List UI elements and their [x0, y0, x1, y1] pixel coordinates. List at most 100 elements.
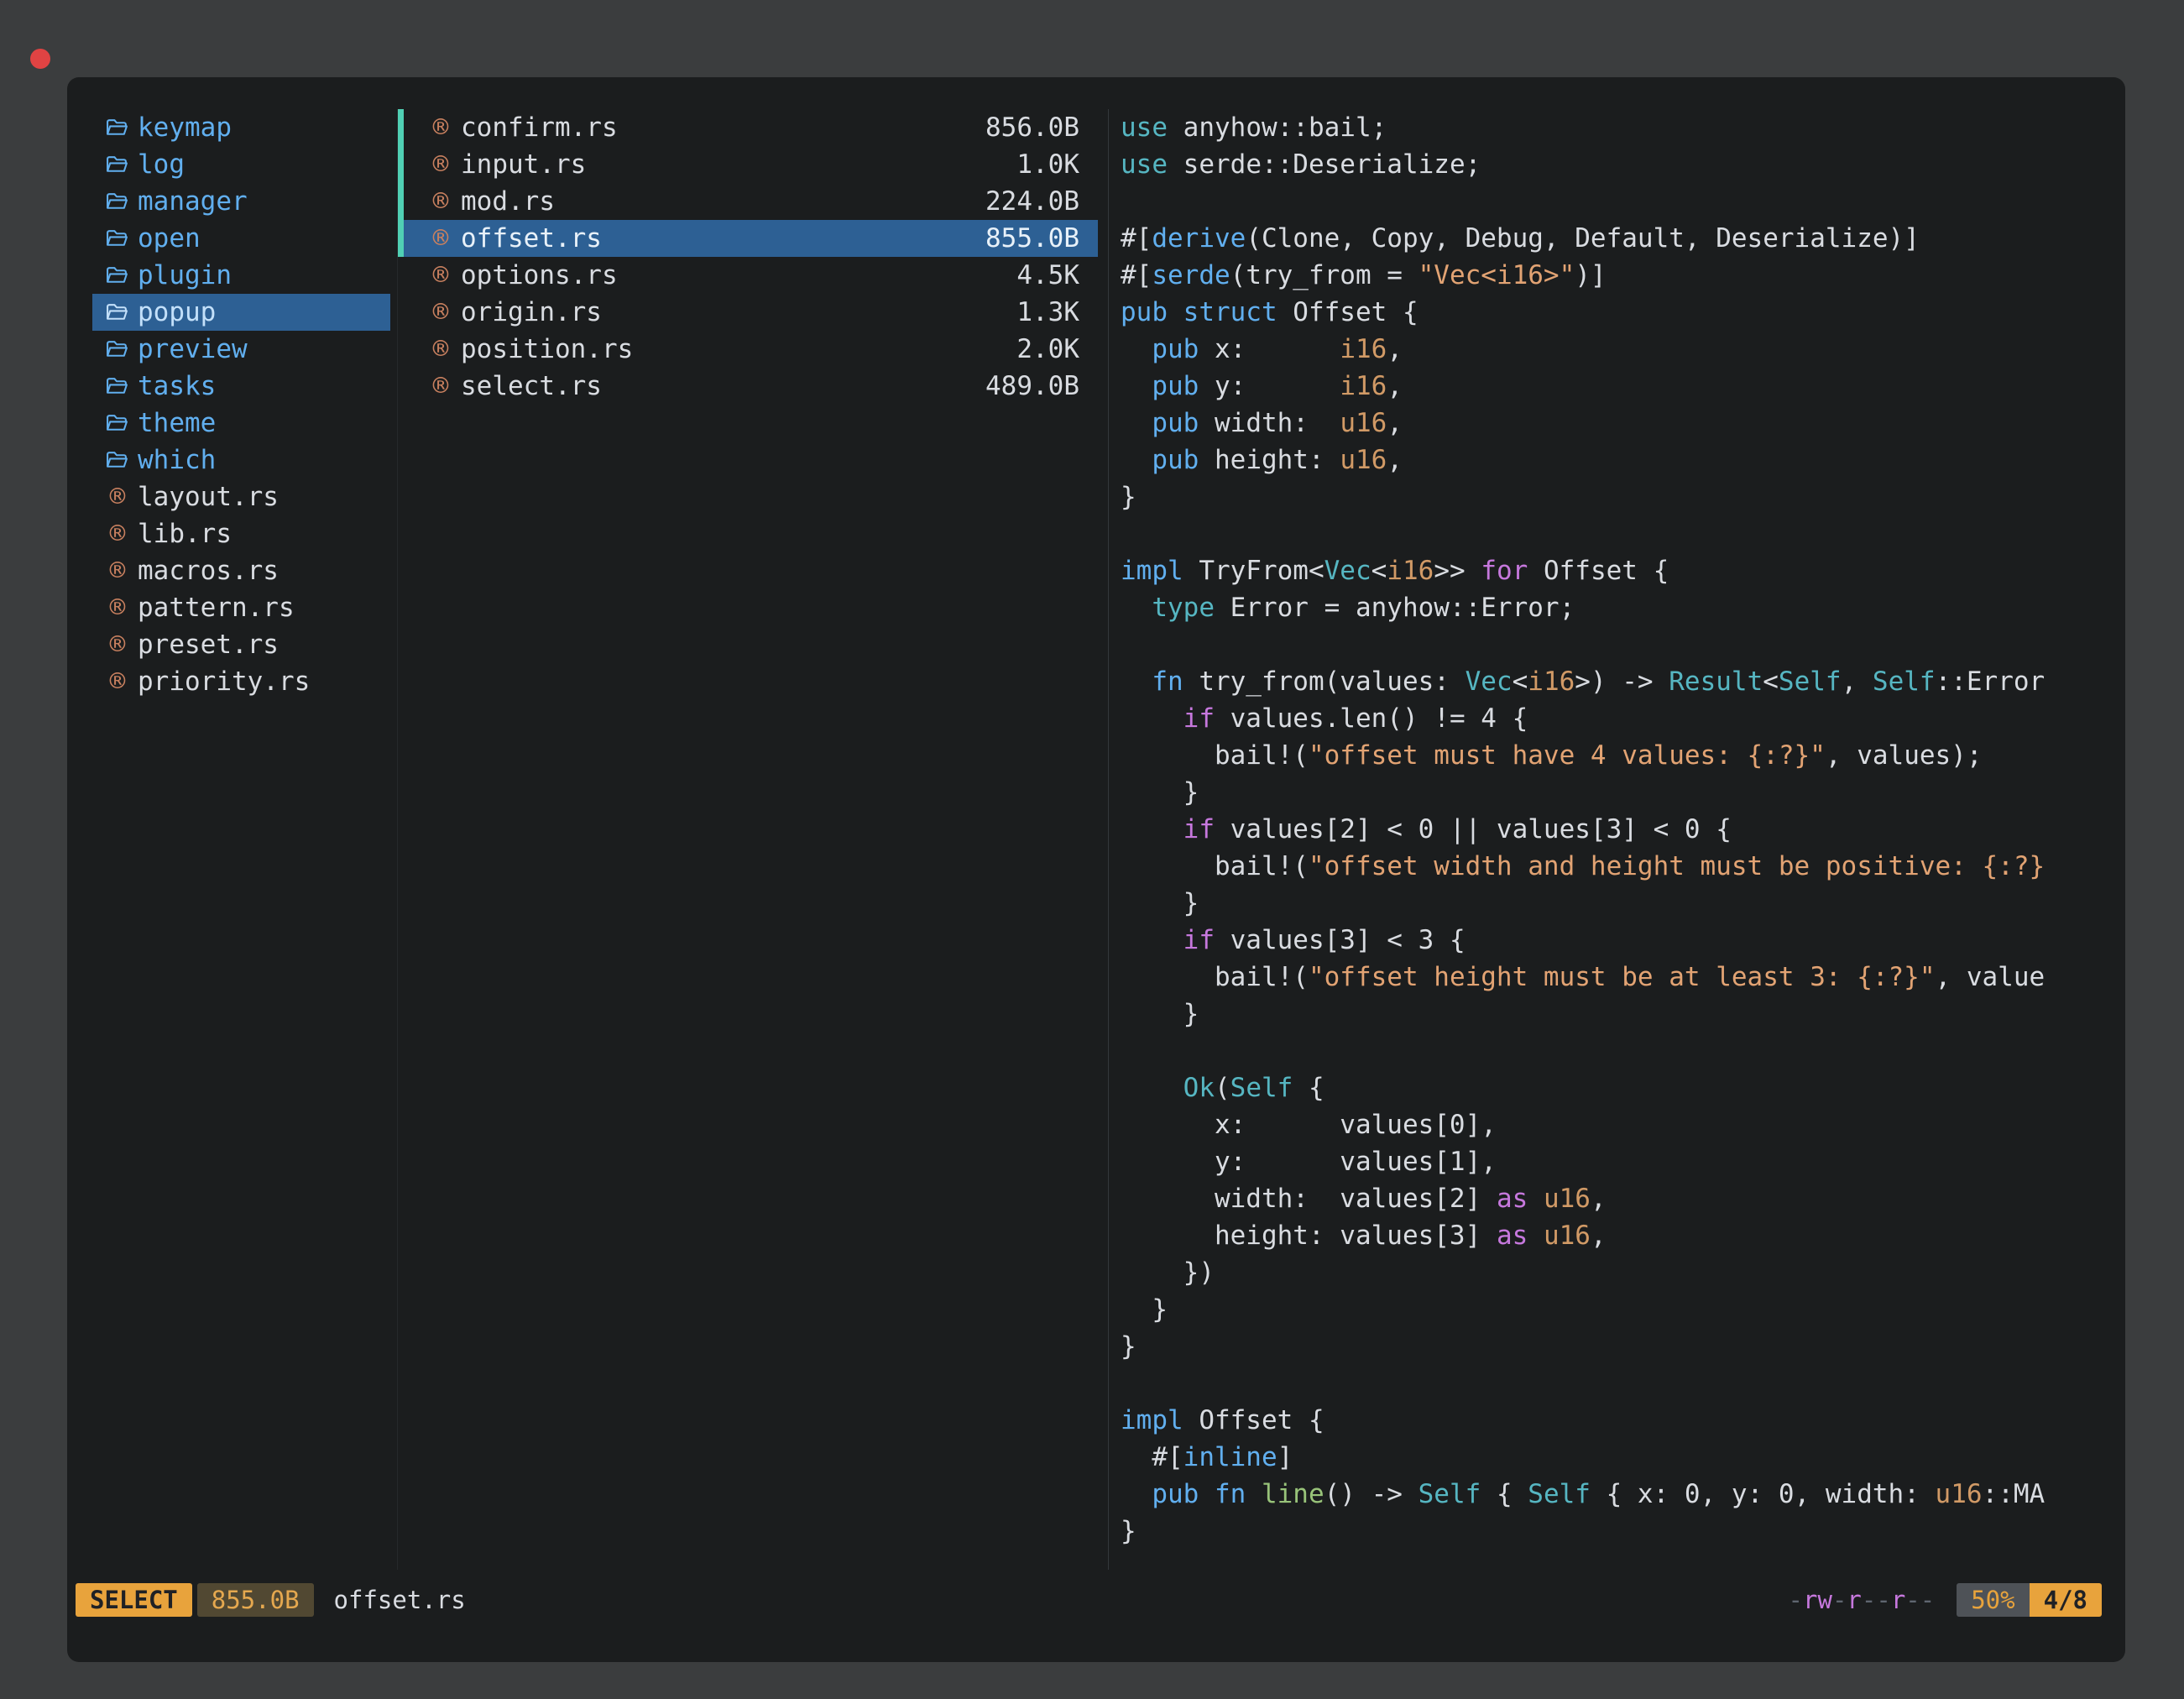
dir-item[interactable]: which	[92, 442, 390, 478]
parent-directory-pane: keymaplogmanager openpluginpopup preview ta…	[67, 109, 397, 1570]
folder-icon	[106, 118, 129, 138]
dir-item[interactable]: keymap	[92, 109, 390, 146]
code-line: }	[1121, 1513, 2125, 1550]
rust-file-icon: ®	[106, 482, 129, 512]
dir-item[interactable]: log	[92, 146, 390, 183]
app-window: keymaplogmanager openpluginpopup preview ta…	[0, 0, 2184, 1699]
file-name: position.rs	[461, 334, 1008, 364]
file-name: offset.rs	[461, 223, 977, 254]
dir-item[interactable]: popup	[92, 294, 390, 331]
file-size: 1.0K	[1016, 149, 1079, 180]
file-item[interactable]: ® priority.rs	[92, 663, 390, 700]
dir-item[interactable]: theme	[92, 405, 390, 442]
code-line: pub fn line() -> Self { Self { x: 0, y: …	[1121, 1476, 2125, 1513]
code-line: if values.len() != 4 {	[1121, 700, 2125, 737]
code-line: }	[1121, 1291, 2125, 1328]
code-line	[1121, 183, 2125, 220]
code-line: pub y: i16,	[1121, 368, 2125, 405]
rust-file-icon: ®	[106, 556, 129, 586]
item-label: tasks	[138, 371, 216, 401]
dir-item[interactable]: preview	[92, 331, 390, 368]
rust-file-icon: ®	[429, 334, 452, 364]
item-label: open	[138, 223, 201, 254]
rust-file-icon: ®	[106, 667, 129, 697]
file-size: 856.0B	[985, 112, 1079, 143]
file-name: confirm.rs	[461, 112, 977, 143]
file-row[interactable]: ® input.rs 1.0K	[398, 146, 1098, 183]
item-label: popup	[138, 297, 216, 327]
folder-icon	[106, 266, 129, 285]
code-line	[1121, 1032, 2125, 1069]
code-line: pub width: u16,	[1121, 405, 2125, 442]
code-line: pub height: u16,	[1121, 442, 2125, 478]
current-directory-pane: ® confirm.rs 856.0B ® input.rs 1.0K®mod.rs224…	[397, 109, 1109, 1570]
rust-file-icon: ®	[429, 223, 452, 254]
item-label: which	[138, 445, 216, 475]
folder-icon	[106, 303, 129, 322]
item-label: preview	[138, 334, 248, 364]
file-row[interactable]: ®position.rs2.0K	[398, 331, 1098, 368]
file-row[interactable]: ® confirm.rs 856.0B	[398, 109, 1098, 146]
code-line: })	[1121, 1254, 2125, 1291]
folder-icon	[106, 340, 129, 359]
rust-file-icon: ®	[429, 297, 452, 327]
item-label: priority.rs	[138, 667, 310, 697]
scroll-percent-badge: 50%	[1957, 1583, 2029, 1617]
rust-file-icon: ®	[429, 260, 452, 290]
folder-icon	[106, 192, 129, 212]
item-label: theme	[138, 408, 216, 438]
folder-icon	[106, 414, 129, 433]
file-item[interactable]: ®lib.rs	[92, 515, 390, 552]
dir-item[interactable]: manager	[92, 183, 390, 220]
file-row[interactable]: ® offset.rs 855.0B	[398, 220, 1098, 257]
file-size-badge: 855.0B	[197, 1583, 314, 1617]
dir-item[interactable]: plugin	[92, 257, 390, 294]
code-line: use anyhow::bail;	[1121, 109, 2125, 146]
code-line: bail!("offset height must be at least 3:…	[1121, 959, 2125, 996]
code-line: fn try_from(values: Vec<i16>) -> Result<…	[1121, 663, 2125, 700]
code-line: }	[1121, 478, 2125, 515]
file-name: options.rs	[461, 260, 1008, 290]
item-label: keymap	[138, 112, 232, 143]
file-name: input.rs	[461, 149, 1008, 180]
file-name: origin.rs	[461, 297, 1008, 327]
code-line: if values[3] < 3 {	[1121, 922, 2125, 959]
item-label: manager	[138, 186, 248, 217]
file-size: 1.3K	[1016, 297, 1079, 327]
code-line: height: values[3] as u16,	[1121, 1217, 2125, 1254]
file-item[interactable]: ®preset.rs	[92, 626, 390, 663]
code-line: if values[2] < 0 || values[3] < 0 {	[1121, 811, 2125, 848]
dir-item[interactable]: open	[92, 220, 390, 257]
status-filename: offset.rs	[334, 1586, 466, 1614]
code-line: }	[1121, 1328, 2125, 1365]
code-line: use serde::Deserialize;	[1121, 146, 2125, 183]
rust-file-icon: ®	[429, 112, 452, 143]
permissions-text: -rw-r--r--	[1789, 1586, 1936, 1614]
rust-file-icon: ®	[429, 186, 452, 217]
window-close-icon[interactable]	[30, 49, 50, 69]
panes-container: keymaplogmanager openpluginpopup preview ta…	[67, 109, 2125, 1570]
file-item[interactable]: ®layout.rs	[92, 478, 390, 515]
file-size: 855.0B	[985, 223, 1079, 254]
file-size: 4.5K	[1016, 260, 1079, 290]
file-item[interactable]: ®macros.rs	[92, 552, 390, 589]
file-row[interactable]: ®mod.rs224.0B	[398, 183, 1098, 220]
file-size: 489.0B	[985, 371, 1079, 401]
code-line: }	[1121, 885, 2125, 922]
rust-file-icon: ®	[429, 371, 452, 401]
item-label: pattern.rs	[138, 593, 295, 623]
folder-icon	[106, 155, 129, 175]
code-line: bail!("offset must have 4 values: {:?}",…	[1121, 737, 2125, 774]
dir-item[interactable]: tasks	[92, 368, 390, 405]
file-row[interactable]: ® select.rs 489.0B	[398, 368, 1098, 405]
file-row[interactable]: ® origin.rs 1.3K	[398, 294, 1098, 331]
code-line: width: values[2] as u16,	[1121, 1180, 2125, 1217]
code-line: #[inline]	[1121, 1439, 2125, 1476]
code-line	[1121, 515, 2125, 552]
rust-file-icon: ®	[429, 149, 452, 180]
file-row[interactable]: ® options.rs 4.5K	[398, 257, 1098, 294]
code-line: pub x: i16,	[1121, 331, 2125, 368]
file-item[interactable]: ®pattern.rs	[92, 589, 390, 626]
file-name: select.rs	[461, 371, 977, 401]
cursor-position-badge: 4/8	[2030, 1583, 2102, 1617]
